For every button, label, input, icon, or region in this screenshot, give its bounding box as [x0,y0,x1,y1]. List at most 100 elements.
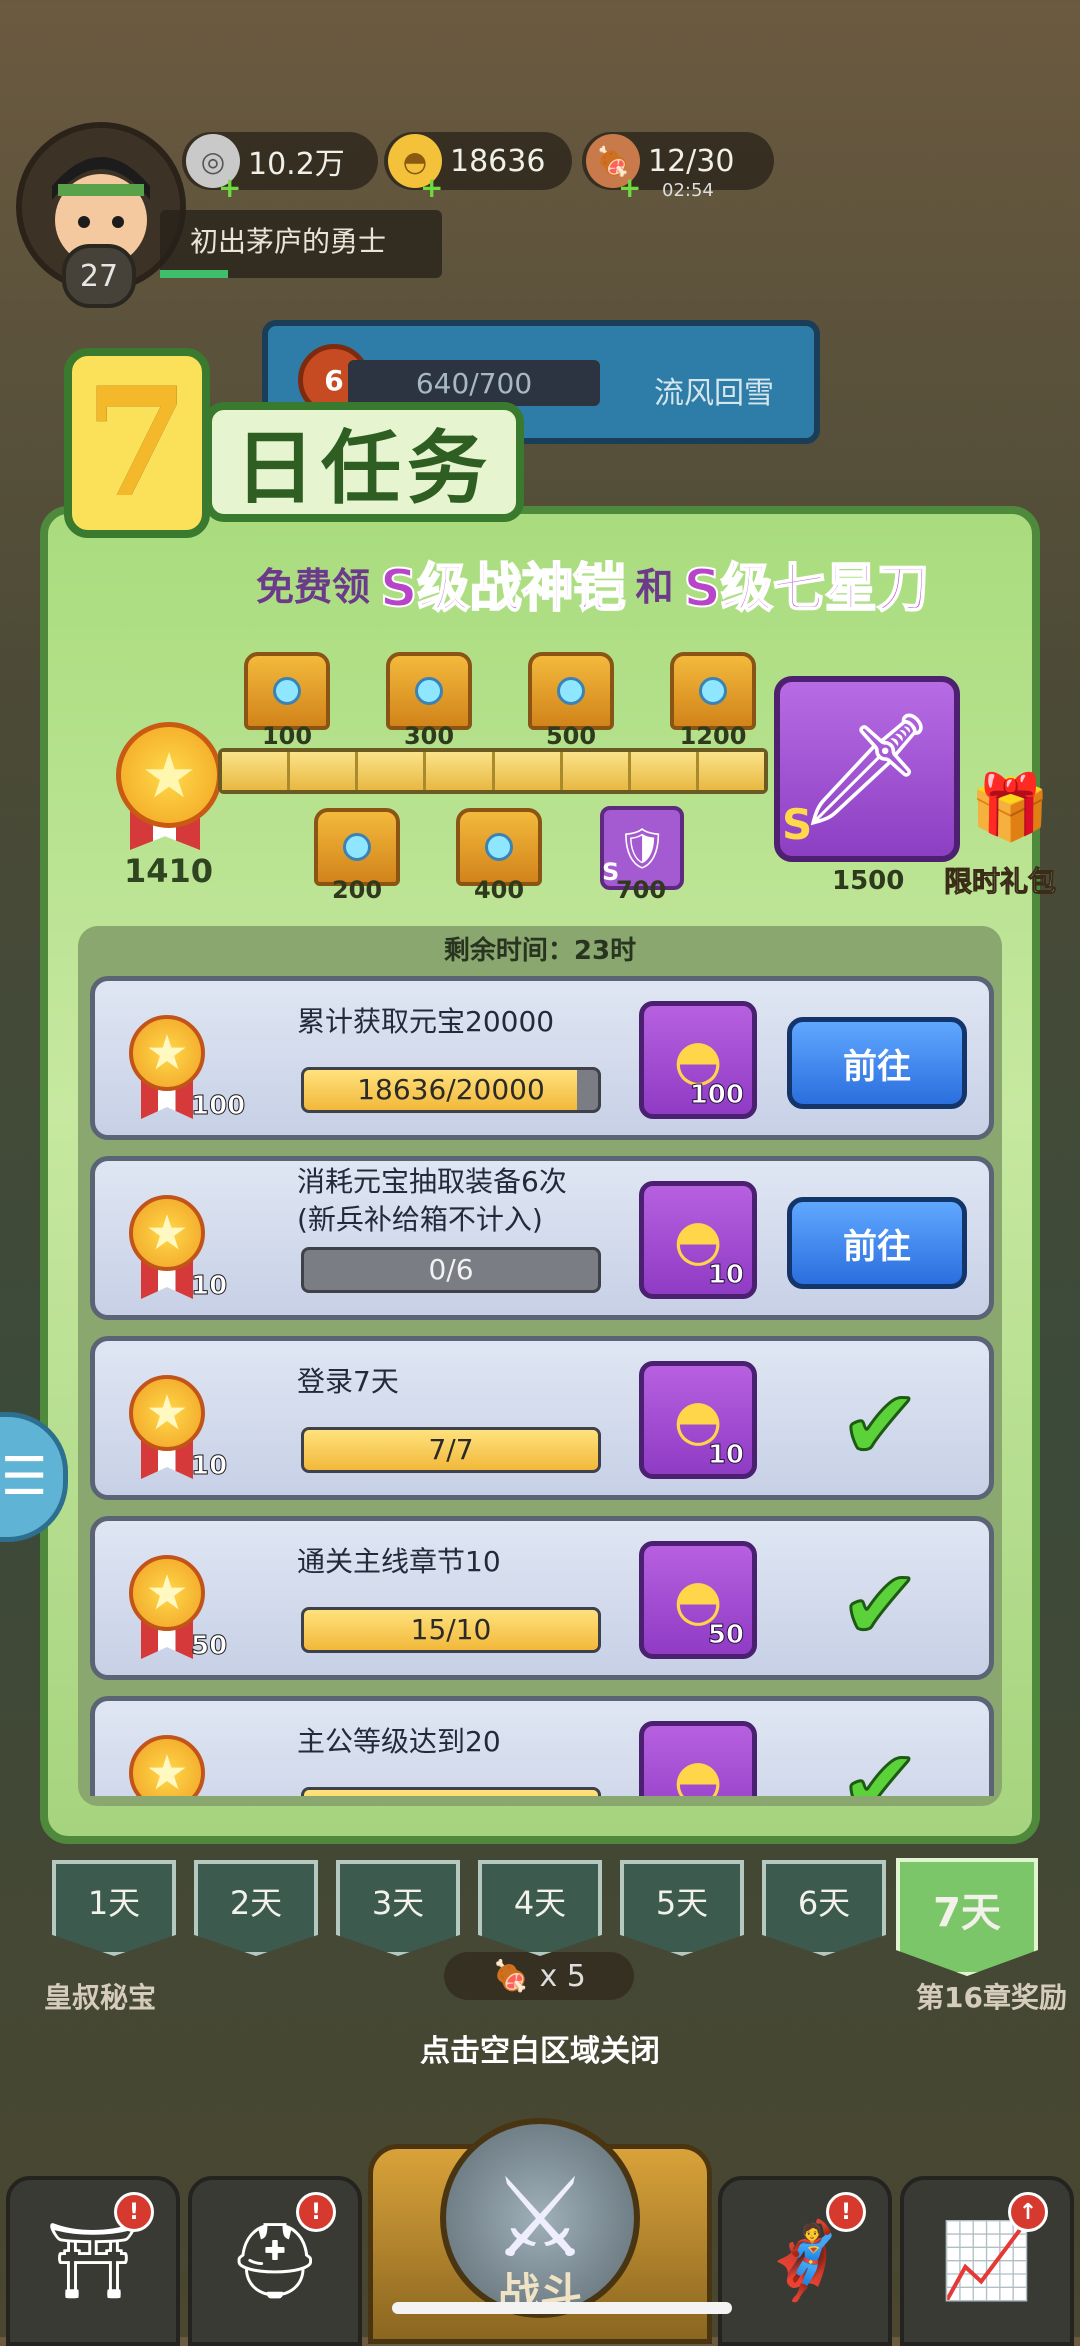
headline-text-1: 免费领 [256,564,371,609]
chest-label-200: 200 [331,876,383,904]
close-hint[interactable]: 点击空白区域关闭 [0,2026,1080,2070]
sword-reward-value: 1500 [832,866,905,896]
chest-100[interactable] [244,652,330,730]
alert-badge-icon: ! [114,2192,154,2232]
hero-icon: 🦸 [758,2217,852,2304]
checkmark-icon: ✔ [838,1368,921,1483]
task-title: 累计获取元宝20000 [297,1005,555,1038]
alert-badge-icon: ! [296,2192,336,2232]
task-points: 10 [190,1271,228,1302]
chest-label-300: 300 [403,722,455,750]
total-points-medal-icon: ★ [116,722,222,828]
home-indicator [392,2302,732,2314]
ingot-value: 18636 [450,143,546,179]
checkmark-icon: ✔ [838,1728,921,1797]
ingot-reward-icon[interactable]: ◓ 10 [639,1361,757,1479]
meat-icon: 🍖 [492,1958,530,1994]
go-button[interactable]: 前往 [787,1017,967,1109]
coin-plus-icon[interactable]: + [218,171,241,204]
task-row: ★ 100 累计获取元宝20000 18636/20000 ◓ 100 前往 [90,976,994,1140]
ingot-reward-icon[interactable]: ◓ 100 [639,1001,757,1119]
ingot-plus-icon[interactable]: + [420,171,443,204]
player-title: 初出茅庐的勇士 [160,210,442,278]
task-points: 100 [190,1091,246,1122]
task-progress-text: 18636/20000 [357,1073,545,1106]
nav-upgrade-button[interactable]: 📈 ↑ [900,2176,1074,2346]
chest-400[interactable] [456,808,542,886]
chest-500[interactable] [528,652,614,730]
tab-day-6[interactable]: 6天 [762,1860,886,1956]
task-progress-bar: 18636/20000 [301,1067,601,1113]
tab-day-7[interactable]: 7天 [896,1858,1038,1976]
ingot-reward-icon[interactable]: ◓ [639,1721,757,1796]
coin-resource[interactable]: ◎ 10.2万 + [182,132,378,204]
alert-badge-icon: ! [826,2192,866,2232]
reward-headline: 免费领 S级战神铠 和 S级七星刀 [256,548,1036,620]
seven-day-title: 日任务 [204,402,524,522]
gift-pack-icon[interactable]: 🎁 [960,770,1060,860]
reward-amount: 10 [707,1440,744,1471]
upgrade-icon: 📈 [940,2217,1034,2304]
title-progress-bar [160,270,228,278]
task-list[interactable]: ★ 100 累计获取元宝20000 18636/20000 ◓ 100 前往 ★… [90,976,996,1796]
meat-cost: 🍖 x 5 [444,1952,634,2000]
reward-amount: 50 [707,1620,744,1651]
coin-value: 10.2万 [248,147,345,182]
task-progress-bar [301,1787,601,1796]
meat-cost-value: x 5 [539,1958,586,1994]
headline-text-2: 和 [635,564,674,609]
nav-heroes-button[interactable]: 🦸 ! [718,2176,892,2346]
chest-1200[interactable] [670,652,756,730]
go-button[interactable]: 前往 [787,1197,967,1289]
task-progress-bar: 0/6 [301,1247,601,1293]
chest-300[interactable] [386,652,472,730]
remaining-time: 剩余时间：23时 [443,936,637,966]
tab-day-1[interactable]: 1天 [52,1860,176,1956]
task-title: 消耗元宝抽取装备6次 (新兵补给箱不计入) [297,1165,567,1236]
sword-grade: S [782,800,813,849]
tab-day-3[interactable]: 3天 [336,1860,460,1956]
boss-name: 流风回雪 [654,376,774,411]
reward-amount: 100 [689,1080,744,1111]
tab-day-2[interactable]: 2天 [194,1860,318,1956]
boss-progress-text: 640/700 [348,360,600,406]
seven-day-number: 7 [64,348,210,538]
medal-icon: ★ [129,1195,205,1271]
medal-icon: ★ [129,1735,205,1796]
chest-label-1200: 1200 [679,722,747,750]
tab-day-5[interactable]: 5天 [620,1860,744,1956]
task-row: ★ 10 消耗元宝抽取装备6次 (新兵补给箱不计入) 0/6 ◓ 10 前往 [90,1156,994,1320]
tab-day-4[interactable]: 4天 [478,1860,602,1956]
task-progress-bar: 15/10 [301,1607,601,1653]
task-title: 主公等级达到20 [297,1725,501,1758]
headline-item-1: S级战神铠 [379,558,626,620]
task-row: ★ 10 登录7天 7/7 ◓ 10 ✔ [90,1336,994,1500]
medal-icon: ★ [129,1555,205,1631]
task-title: 通关主线章节10 [297,1545,501,1578]
upgrade-badge-icon: ↑ [1008,2192,1048,2232]
meat-timer: 02:54 [662,180,714,201]
bg-label-left: 皇叔秘宝 [44,1981,157,2014]
task-row: ★ 50 通关主线章节10 15/10 ◓ 50 ✔ [90,1516,994,1680]
ingot-resource[interactable]: ◓ 18636 + [384,132,572,204]
task-progress-text: 0/6 [428,1253,474,1286]
reward-amount: 10 [707,1260,744,1291]
total-points: 1410 [124,852,214,890]
chest-label-500: 500 [545,722,597,750]
chest-label-100: 100 [261,722,313,750]
milestone-track [218,748,768,794]
ingot-reward-icon[interactable]: ◓ 50 [639,1541,757,1659]
task-progress-text: 15/10 [410,1613,492,1646]
chest-200[interactable] [314,808,400,886]
gift-pack-label[interactable]: 限时礼包 [943,860,1056,900]
checkmark-icon: ✔ [838,1548,921,1663]
bg-label-right: 第16章奖励 [916,1981,1067,2014]
medal-icon: ★ [129,1375,205,1451]
meat-plus-icon[interactable]: + [618,171,641,204]
task-title: 登录7天 [297,1365,399,1398]
task-points: 50 [190,1631,228,1662]
ingot-reward-icon[interactable]: ◓ 10 [639,1181,757,1299]
meat-value: 12/30 [648,143,735,179]
medal-icon: ★ [129,1015,205,1091]
task-row: ★ 主公等级达到20 ◓ ✔ [90,1696,994,1796]
